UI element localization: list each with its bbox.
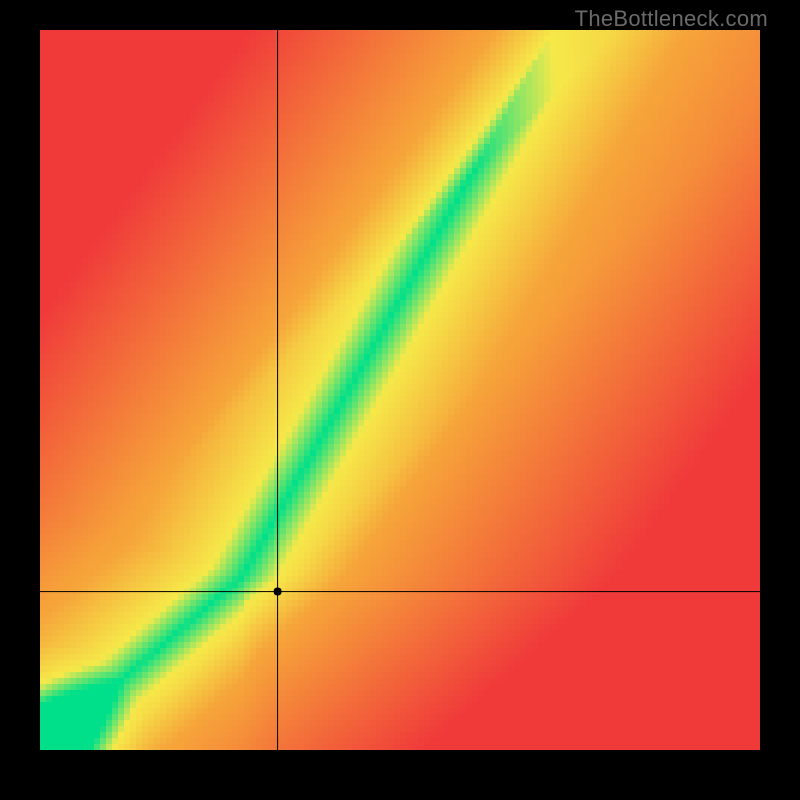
heatmap-canvas xyxy=(40,30,760,750)
heatmap-plot xyxy=(40,30,760,750)
watermark-text: TheBottleneck.com xyxy=(575,6,768,32)
chart-frame: TheBottleneck.com xyxy=(0,0,800,800)
